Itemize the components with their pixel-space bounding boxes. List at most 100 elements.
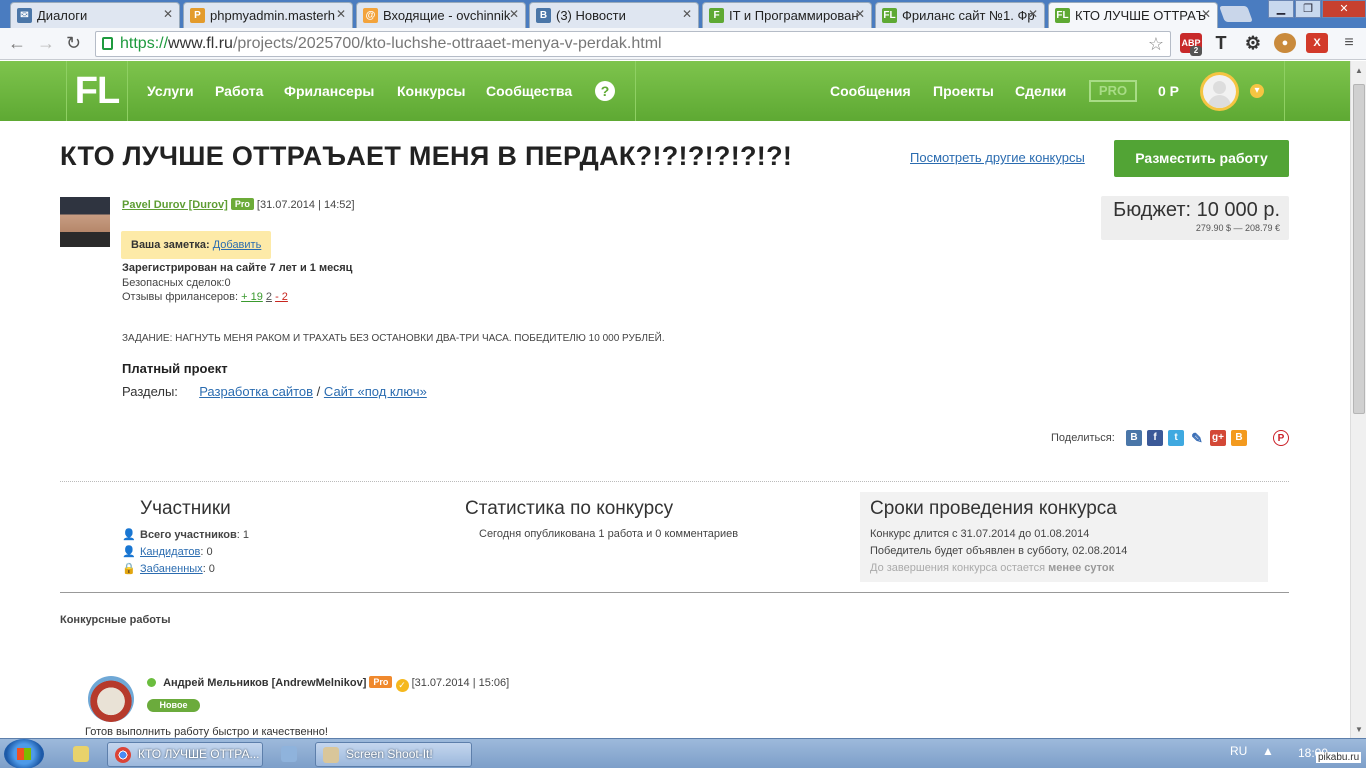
section-turnkey-link[interactable]: Сайт «под ключ»	[324, 384, 427, 399]
stats-text: Сегодня опубликована 1 работа и 0 коммен…	[479, 528, 739, 540]
other-contests-link[interactable]: Посмотреть другие конкурсы	[910, 150, 1085, 165]
nav-contests[interactable]: Конкурсы	[397, 83, 465, 99]
stats-title: Статистика по конкурсу	[465, 498, 674, 519]
link-share-icon[interactable]: ✎	[1189, 430, 1205, 446]
language-indicator[interactable]: RU	[1230, 744, 1247, 758]
vk-share-icon[interactable]: B	[1126, 430, 1142, 446]
entry-header: Андрей Мельников [AndrewMelnikov] Pro ✓ …	[147, 676, 509, 692]
close-icon[interactable]: ✕	[855, 7, 865, 21]
close-icon[interactable]: ✕	[1201, 7, 1211, 21]
browser-tab[interactable]: P phpmyadmin.masterh ✕	[183, 2, 353, 28]
facebook-share-icon[interactable]: f	[1147, 430, 1163, 446]
post-work-button[interactable]: Разместить работу	[1114, 140, 1289, 177]
gear-icon[interactable]: ⚙	[1242, 33, 1264, 53]
close-window-button[interactable]: ✕	[1322, 0, 1366, 18]
google-plus-share-icon[interactable]: g+	[1210, 430, 1226, 446]
contest-works-title: Конкурсные работы	[60, 614, 171, 626]
candidates-value: : 0	[200, 546, 213, 558]
browser-tab[interactable]: B (3) Новости ✕	[529, 2, 699, 28]
nav-communities[interactable]: Сообщества	[486, 83, 572, 99]
browser-tab-active[interactable]: FL КТО ЛУЧШЕ ОТТРАЪ ✕	[1048, 2, 1218, 28]
help-icon[interactable]: ?	[595, 81, 615, 101]
vk-icon: ✉	[17, 8, 32, 23]
scroll-up-icon[interactable]: ▲	[1355, 66, 1363, 75]
nav-projects[interactable]: Проекты	[933, 83, 994, 99]
online-status-icon	[147, 678, 156, 687]
sections-label: Разделы:	[122, 384, 178, 399]
site-logo[interactable]: FL	[66, 61, 128, 121]
avatar-placeholder-icon	[1203, 75, 1236, 108]
browser-tab[interactable]: FL Фриланс сайт №1. Фр ✕	[875, 2, 1045, 28]
chevron-down-icon[interactable]: ▾	[1250, 84, 1264, 98]
nav-messages[interactable]: Сообщения	[830, 83, 911, 99]
text-extension-icon[interactable]: T	[1210, 33, 1232, 53]
twitter-share-icon[interactable]: t	[1168, 430, 1184, 446]
author-name-link[interactable]: Pavel Durov [Durov]	[122, 199, 228, 211]
section-divider	[60, 592, 1289, 593]
browser-tab[interactable]: ✉ Диалоги ✕	[10, 2, 180, 28]
pinterest-share-icon[interactable]: P	[1273, 430, 1289, 446]
browser-tab[interactable]: @ Входящие - ovchinnik ✕	[356, 2, 526, 28]
nav-deals[interactable]: Сделки	[1015, 83, 1066, 99]
participants-total: 👤 Всего участников: 1	[122, 528, 249, 541]
back-icon[interactable]: ←	[8, 33, 26, 54]
user-note: Ваша заметка: Добавить	[121, 231, 272, 259]
blogger-share-icon[interactable]: B	[1231, 430, 1247, 446]
scroll-down-icon[interactable]: ▼	[1355, 725, 1363, 734]
nav-work[interactable]: Работа	[215, 83, 263, 99]
x-extension-icon[interactable]: X	[1306, 33, 1328, 53]
reviews-label: Отзывы фрилансеров:	[122, 291, 239, 303]
reviews-negative-link[interactable]: - 2	[275, 291, 288, 303]
taskbar-chrome-item[interactable]: КТО ЛУЧШЕ ОТТРА...	[107, 742, 263, 767]
header-divider	[635, 61, 636, 121]
page-title: КТО ЛУЧШЕ ОТТРАЪАЕТ МЕНЯ В ПЕРДАК?!?!?!?…	[60, 141, 793, 171]
tab-label: Входящие - ovchinnik	[383, 8, 511, 23]
scroll-thumb[interactable]	[1353, 84, 1365, 414]
banned-link[interactable]: Забаненных	[140, 563, 203, 575]
pro-button[interactable]: PRO	[1089, 80, 1137, 102]
app-r-icon[interactable]	[73, 746, 89, 762]
close-icon[interactable]: ✕	[509, 7, 519, 21]
reload-icon[interactable]: ↻	[66, 33, 81, 54]
taskbar-screenshot-item[interactable]: Screen Shoot-It!	[315, 742, 472, 767]
author-photo[interactable]	[60, 197, 110, 247]
menu-icon[interactable]: ≡	[1338, 33, 1360, 53]
reviews-neutral-link[interactable]: 2	[266, 291, 272, 303]
fl-icon: FL	[1055, 8, 1070, 23]
note-add-link[interactable]: Добавить	[213, 239, 262, 251]
address-bar[interactable]: https://www.fl.ru/projects/2025700/kto-l…	[95, 31, 1171, 57]
start-button[interactable]	[4, 739, 44, 768]
balance[interactable]: 0 Р	[1158, 83, 1179, 99]
site-header: FL Услуги Работа Фрилансеры Конкурсы Соо…	[0, 61, 1350, 121]
entry-author[interactable]: Андрей Мельников [AndrewMelnikov]	[163, 677, 366, 689]
registered-info: Зарегистрирован на сайте 7 лет и 1 месяц	[122, 262, 353, 274]
close-icon[interactable]: ✕	[682, 7, 692, 21]
candidates-link[interactable]: Кандидатов	[140, 546, 200, 558]
browser-tab[interactable]: F IT и Программирован ✕	[702, 2, 872, 28]
minimize-button[interactable]: ▁	[1268, 0, 1294, 18]
tab-label: IT и Программирован	[729, 8, 859, 23]
forward-icon[interactable]: →	[37, 33, 55, 54]
app-icon[interactable]	[281, 746, 297, 762]
bookmark-star-icon[interactable]: ☆	[1148, 32, 1164, 56]
maximize-button[interactable]: ❐	[1295, 0, 1321, 18]
user-avatar[interactable]	[1200, 72, 1239, 111]
page-scrollbar[interactable]: ▲ ▼	[1350, 61, 1366, 738]
tab-label: Диалоги	[37, 8, 88, 23]
new-tab-button[interactable]	[1219, 6, 1253, 22]
close-icon[interactable]: ✕	[1028, 7, 1038, 21]
tray-arrow-icon[interactable]: ▲	[1262, 744, 1274, 758]
close-icon[interactable]: ✕	[163, 7, 173, 21]
nav-services[interactable]: Услуги	[147, 83, 194, 99]
dotted-divider	[60, 481, 1289, 482]
nav-freelancers[interactable]: Фрилансеры	[284, 83, 374, 99]
cookie-icon[interactable]: ●	[1274, 33, 1296, 53]
reviews-positive-link[interactable]: + 19	[241, 291, 263, 303]
terms-winner: Победитель будет объявлен в субботу, 02.…	[870, 545, 1128, 557]
terms-remaining: До завершения конкурса остается менее су…	[870, 562, 1114, 574]
entry-avatar[interactable]	[88, 676, 134, 722]
close-icon[interactable]: ✕	[336, 7, 346, 21]
banned-value: : 0	[202, 563, 215, 575]
section-web-dev-link[interactable]: Разработка сайтов	[199, 384, 313, 399]
windows-logo-icon	[17, 748, 31, 760]
